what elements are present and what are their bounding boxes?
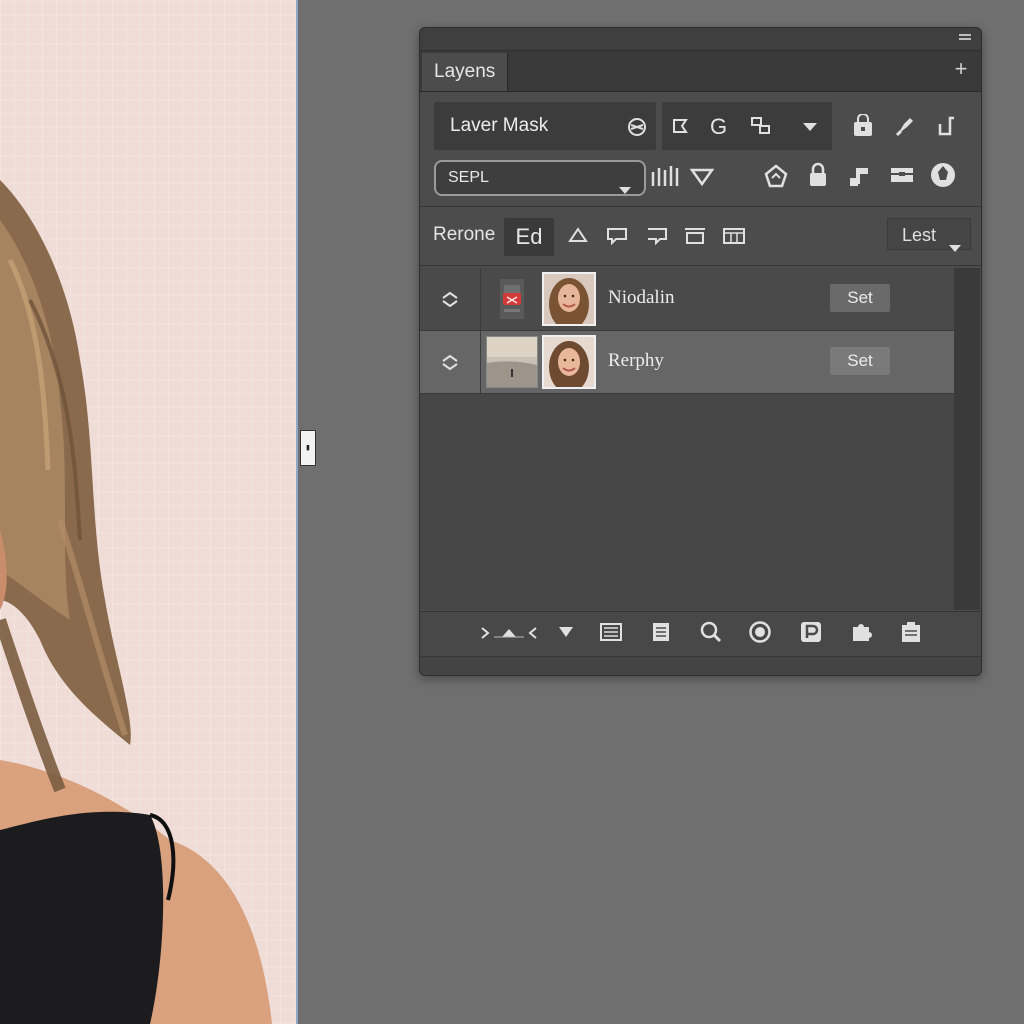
layer-stack-icon[interactable] <box>890 164 914 186</box>
link-layers-icon[interactable] <box>480 625 538 641</box>
frame-icon[interactable] <box>684 227 706 245</box>
dropdown-arrow-icon[interactable] <box>802 122 818 132</box>
layer-options-toolbar: Rerone Ed Lest <box>420 209 981 261</box>
comment-icon[interactable] <box>606 227 628 245</box>
comment-alt-icon[interactable] <box>646 227 668 245</box>
shape-icon[interactable] <box>764 164 788 188</box>
layers-scrollbar[interactable] <box>954 268 980 610</box>
chevron-updown-icon <box>440 353 460 376</box>
layer-name: Rerphy <box>608 350 664 371</box>
blend-toolbar: SEPL <box>434 160 964 198</box>
triangle-down-icon[interactable] <box>558 626 574 638</box>
blend-mode-value: SEPL <box>448 169 489 186</box>
set-button[interactable]: Set <box>830 284 890 312</box>
layer-mask-control[interactable]: Laver Mask <box>434 102 656 150</box>
layers-panel: Layens + Laver Mask G SEPL Rerone Ed Les… <box>419 27 982 676</box>
chevron-down-icon <box>948 231 962 263</box>
transform-icon[interactable] <box>750 116 772 136</box>
document-icon[interactable] <box>652 622 670 642</box>
canvas-edge-handle[interactable]: ▮ <box>300 430 316 466</box>
bag-lock-icon[interactable] <box>852 114 874 138</box>
p-icon[interactable] <box>800 621 822 643</box>
search-icon[interactable] <box>700 621 722 643</box>
g-icon[interactable]: G <box>710 114 727 140</box>
layer-background-thumbnail[interactable] <box>486 336 538 388</box>
mask-toolbar: Laver Mask G <box>434 102 964 150</box>
visibility-toggle[interactable] <box>420 268 481 330</box>
add-panel-icon[interactable]: + <box>951 58 971 80</box>
layer-thumbnail[interactable] <box>542 335 596 389</box>
panel-title-bar[interactable] <box>420 28 981 51</box>
levels-icon[interactable] <box>650 164 680 188</box>
divider <box>420 265 981 266</box>
layer-row[interactable]: Rerphy Set <box>420 331 954 394</box>
filter-icon[interactable] <box>600 622 622 642</box>
layer-thumbnail[interactable] <box>542 272 596 326</box>
chevron-updown-icon <box>440 290 460 313</box>
triangle-down-icon[interactable] <box>690 168 714 186</box>
brush-icon[interactable] <box>894 114 916 138</box>
filter-select[interactable]: Lest <box>887 218 971 252</box>
panel-menu-icon[interactable] <box>959 34 971 43</box>
edit-button[interactable]: Ed <box>504 218 554 256</box>
triangle-icon[interactable] <box>568 227 588 243</box>
bottom-toolbar <box>420 611 981 656</box>
layer-mask-label: Laver Mask <box>450 115 549 136</box>
mask-link-icon[interactable] <box>626 116 648 143</box>
image-canvas[interactable] <box>0 0 298 1024</box>
filter-select-value: Lest <box>902 225 937 245</box>
note-icon[interactable] <box>848 162 872 188</box>
puzzle-icon[interactable] <box>850 621 872 643</box>
portrait-photo <box>0 180 272 1024</box>
blend-mode-select[interactable]: SEPL <box>434 160 646 196</box>
clipboard-icon[interactable] <box>900 621 922 643</box>
tab-layers[interactable]: Layens <box>422 53 509 91</box>
lock-icon[interactable] <box>808 162 828 188</box>
globe-icon[interactable] <box>930 162 956 188</box>
mask-tool-group: G <box>662 102 832 150</box>
visibility-toggle[interactable] <box>420 331 481 393</box>
table-icon[interactable] <box>722 227 746 245</box>
layer-row[interactable]: Niodalin Set <box>420 268 954 331</box>
chevron-down-icon <box>618 175 632 207</box>
target-icon[interactable] <box>749 621 771 643</box>
set-button[interactable]: Set <box>830 347 890 375</box>
row3-label: Rerone <box>433 224 496 245</box>
panel-status-strip <box>420 656 981 675</box>
divider <box>420 206 981 207</box>
layers-list: Niodalin Set Rerphy Set <box>420 268 954 610</box>
layer-mask-thumbnail[interactable] <box>486 273 538 325</box>
flag-icon[interactable] <box>670 116 690 136</box>
crop-corner-icon[interactable] <box>936 114 956 138</box>
tab-bar: Layens + <box>420 51 981 92</box>
layer-name: Niodalin <box>608 287 675 308</box>
